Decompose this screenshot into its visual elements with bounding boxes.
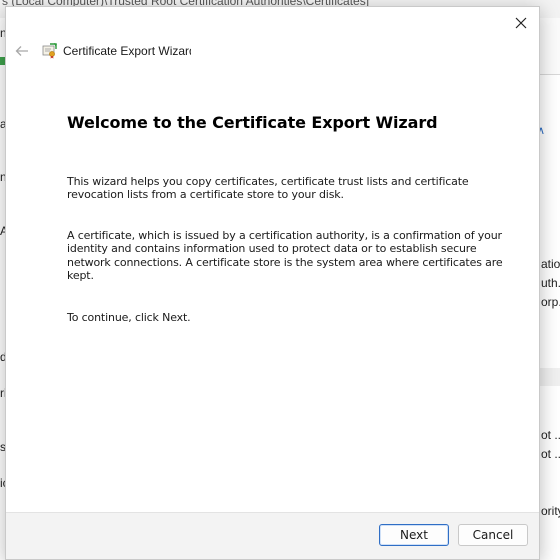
background-right-fragment: ot .. <box>541 447 560 461</box>
close-button[interactable] <box>509 11 533 35</box>
next-button[interactable]: Next <box>379 524 449 546</box>
background-right-fragment: ot .. <box>541 428 560 442</box>
certificate-description-paragraph: A certificate, which is issued by a cert… <box>67 229 503 282</box>
intro-paragraph: This wizard helps you copy certificates,… <box>67 175 469 202</box>
certificate-export-wizard-dialog: Certificate Export Wizard Welcome to the… <box>5 6 540 560</box>
back-button[interactable] <box>12 41 32 61</box>
background-right-fragment: ority <box>541 504 560 518</box>
back-arrow-icon <box>15 46 28 56</box>
background-list-header <box>540 18 560 75</box>
wizard-title: Certificate Export Wizard <box>63 44 191 58</box>
background-right-fragment: uth.. <box>541 276 560 290</box>
background-list-band <box>540 368 560 386</box>
dialog-footer: Next Cancel <box>6 512 539 559</box>
cancel-button[interactable]: Cancel <box>458 524 528 546</box>
welcome-heading: Welcome to the Certificate Export Wizard <box>67 113 438 132</box>
continue-instruction: To continue, click Next. <box>67 311 191 324</box>
background-right-fragment: orp. <box>541 295 560 309</box>
certificate-icon <box>42 43 57 59</box>
close-icon <box>515 17 527 29</box>
background-right-fragment: atio.. <box>541 257 560 271</box>
